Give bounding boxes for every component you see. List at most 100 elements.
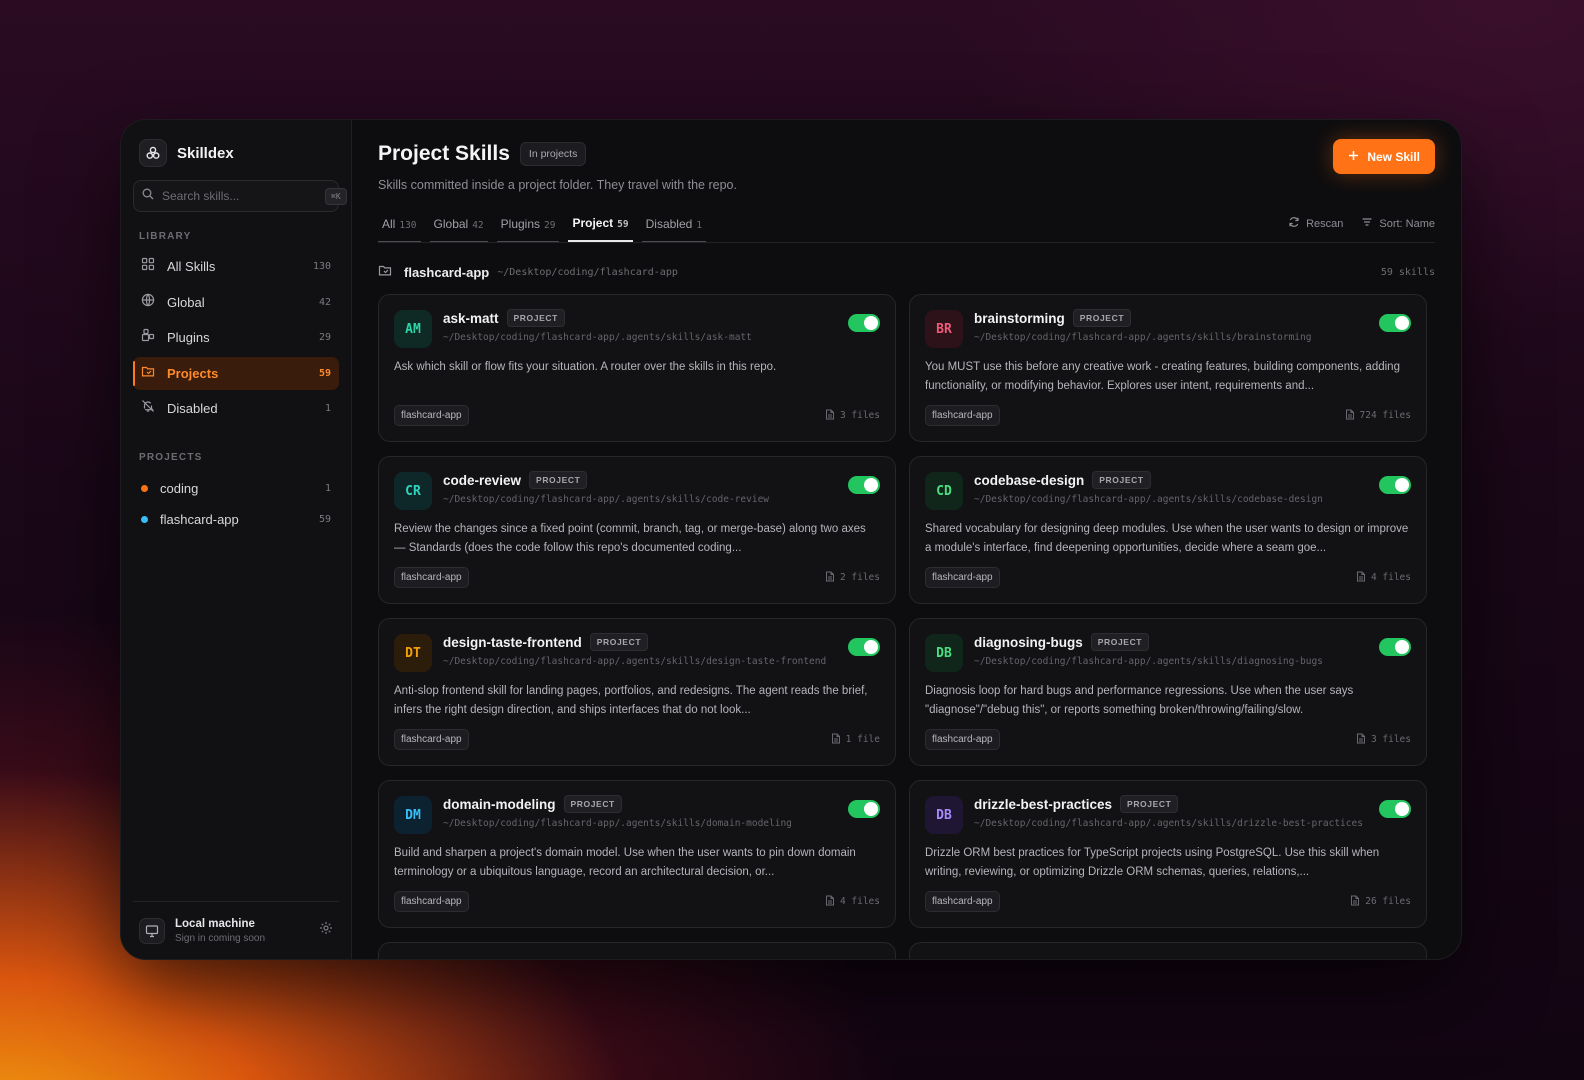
enable-toggle[interactable] [848,476,880,494]
project-tag: flashcard-app [925,405,1000,426]
project-label: flashcard-app [160,512,239,527]
sidebar-item-count: 59 [318,367,331,379]
app-window: Skilldex ⌘K LIBRARY All Skills 130 Globa… [120,119,1462,960]
tab-all[interactable]: All 130 [378,217,421,242]
enable-toggle[interactable] [848,800,880,818]
skill-name: diagnosing-bugs [974,634,1083,650]
file-icon [825,409,835,423]
enable-toggle[interactable] [848,638,880,656]
sidebar: Skilldex ⌘K LIBRARY All Skills 130 Globa… [121,120,352,959]
skill-card[interactable]: DB drizzle-best-practices PROJECT ~/Desk… [909,780,1427,928]
skill-description: You MUST use this before any creative wo… [925,361,1400,392]
search-box[interactable]: ⌘K [133,180,347,212]
file-count: 3 files [1356,733,1411,747]
skill-grid: AM ask-matt PROJECT ~/Desktop/coding/fla… [378,294,1435,959]
tab-count: 29 [544,220,556,231]
new-skill-button[interactable]: New Skill [1333,139,1435,174]
skill-name: code-review [443,472,522,488]
skill-card-partial[interactable] [378,942,896,959]
skill-card[interactable]: AM ask-matt PROJECT ~/Desktop/coding/fla… [378,294,896,442]
project-label: coding [160,481,199,496]
project-tag: flashcard-app [394,891,469,912]
sidebar-item-projects[interactable]: Projects 59 [133,356,339,390]
skill-avatar: CD [925,472,963,510]
file-count: 26 files [1350,895,1411,909]
file-icon [1356,733,1366,747]
skill-path: ~/Desktop/coding/flashcard-app/.agents/s… [974,332,1312,343]
tab-global[interactable]: Global 42 [429,217,488,242]
skill-avatar: CR [394,472,432,510]
rescan-button[interactable]: Rescan [1288,216,1343,231]
file-count-label: 724 files [1359,410,1411,421]
brand: Skilldex [133,138,339,168]
project-group-header: flashcard-app ~/Desktop/coding/flashcard… [378,263,1435,281]
search-icon [142,187,154,205]
skill-description: Diagnosis loop for hard bugs and perform… [925,685,1354,716]
sidebar-item-all-skills[interactable]: All Skills 130 [133,250,339,283]
sidebar-item-count: 130 [312,261,331,272]
group-name: flashcard-app [404,264,490,280]
sidebar-item-label: Disabled [167,401,218,416]
sidebar-item-global[interactable]: Global 42 [133,286,339,319]
enable-toggle[interactable] [848,314,880,332]
search-input[interactable] [162,189,317,203]
sidebar-item-count: 29 [318,332,331,343]
tab-project[interactable]: Project 59 [568,216,633,242]
gear-icon[interactable] [319,921,333,940]
project-tag: flashcard-app [925,567,1000,588]
scope-badge: PROJECT [563,795,622,813]
file-count-label: 2 files [839,572,880,583]
sidebar-project-flashcard-app[interactable]: flashcard-app 59 [133,504,339,535]
sort-button[interactable]: Sort: Name [1361,216,1435,231]
library-nav: All Skills 130 Global 42 Plugins 29 Proj… [133,250,339,425]
file-icon [1350,895,1360,909]
skill-card[interactable]: CR code-review PROJECT ~/Desktop/coding/… [378,456,896,604]
scope-badge: PROJECT [1090,633,1150,651]
skill-card-partial[interactable] [909,942,1427,959]
folder-icon [378,263,392,282]
file-count-label: 26 files [1365,896,1411,907]
rescan-label: Rescan [1306,217,1344,230]
file-icon [1356,571,1366,585]
sidebar-item-plugins[interactable]: Plugins 29 [133,321,339,354]
sidebar-item-disabled[interactable]: Disabled 1 [133,392,339,425]
skill-path: ~/Desktop/coding/flashcard-app/.agents/s… [443,656,827,667]
file-count: 724 files [1345,409,1411,423]
skill-card[interactable]: DT design-taste-frontend PROJECT ~/Deskt… [378,618,896,766]
tab-count: 59 [617,219,629,230]
group-count: 59 skills [1380,266,1435,278]
enable-toggle[interactable] [1379,638,1411,656]
skill-avatar: DT [394,634,432,672]
skill-avatar: AM [394,310,432,348]
file-icon [1345,409,1355,423]
skill-card[interactable]: DM domain-modeling PROJECT ~/Desktop/cod… [378,780,896,928]
tab-label: Global [433,217,469,231]
sidebar-item-count: 42 [318,296,331,308]
skill-path: ~/Desktop/coding/flashcard-app/.agents/s… [974,494,1323,505]
file-icon [825,895,835,909]
project-count: 1 [324,483,331,494]
project-count: 59 [318,514,331,525]
project-color-dot [141,485,148,492]
sidebar-item-count: 1 [324,403,331,414]
skill-name: drizzle-best-practices [974,796,1113,812]
project-color-dot [141,516,148,523]
tab-count: 130 [399,220,417,231]
enable-toggle[interactable] [1379,314,1411,332]
enable-toggle[interactable] [1379,800,1411,818]
skill-path: ~/Desktop/coding/flashcard-app/.agents/s… [443,494,770,505]
skill-card[interactable]: DB diagnosing-bugs PROJECT ~/Desktop/cod… [909,618,1427,766]
project-tag: flashcard-app [394,729,469,750]
machine-title: Local machine [175,917,255,930]
tab-plugins[interactable]: Plugins 29 [496,217,560,242]
skill-avatar: DM [394,796,432,834]
file-icon [831,733,841,747]
skill-card[interactable]: BR brainstorming PROJECT ~/Desktop/codin… [909,294,1427,442]
skill-card[interactable]: CD codebase-design PROJECT ~/Desktop/cod… [909,456,1427,604]
tab-disabled[interactable]: Disabled 1 [641,217,707,242]
bell-off-icon [141,399,155,418]
page-title: Project Skills [378,142,510,165]
sidebar-project-coding[interactable]: coding 1 [133,473,339,504]
skill-description: Drizzle ORM best practices for TypeScrip… [925,847,1380,878]
enable-toggle[interactable] [1379,476,1411,494]
